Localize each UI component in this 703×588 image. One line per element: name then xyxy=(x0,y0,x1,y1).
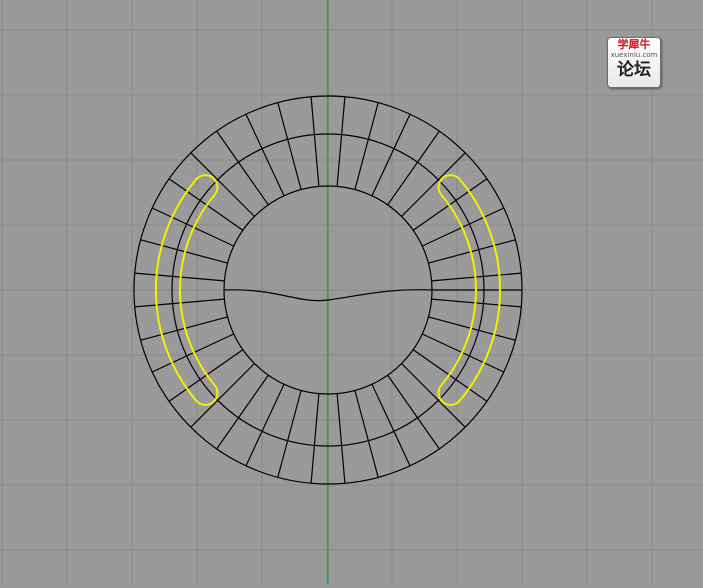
radial-isocurve xyxy=(387,130,440,206)
radial-isocurve xyxy=(277,390,302,478)
radial-isocurve xyxy=(310,96,320,187)
radial-isocurve xyxy=(151,207,234,247)
radial-isocurve xyxy=(401,152,466,217)
radial-isocurve xyxy=(354,390,379,478)
logo-brand-text: 学犀牛 xyxy=(617,38,651,51)
radial-isocurve xyxy=(245,384,285,467)
radial-isocurve xyxy=(216,374,269,450)
radial-isocurve xyxy=(387,374,440,450)
radial-isocurve xyxy=(190,363,255,428)
radial-isocurve xyxy=(310,393,320,484)
radial-isocurve xyxy=(401,363,466,428)
radial-isocurve xyxy=(422,207,505,247)
radial-isocurve xyxy=(216,130,269,206)
radial-isocurve xyxy=(412,178,488,231)
radial-isocurve xyxy=(277,102,302,190)
radial-isocurve xyxy=(168,349,244,402)
logo-forum-text: 论坛 xyxy=(617,60,651,80)
cad-viewport[interactable] xyxy=(0,0,703,584)
radial-isocurve xyxy=(336,393,346,484)
construction-grid xyxy=(0,0,703,584)
top-view-canvas[interactable] xyxy=(0,0,703,584)
radial-isocurve xyxy=(168,178,244,231)
radial-isocurve xyxy=(422,333,505,373)
logo-domain-text: xuexiniu.com xyxy=(610,51,658,59)
radial-isocurve xyxy=(245,113,285,196)
radial-isocurve xyxy=(151,333,234,373)
radial-isocurve xyxy=(412,349,488,402)
radial-isocurve xyxy=(371,384,411,467)
radial-isocurve xyxy=(336,96,346,187)
xuexiniu-forum-logo: 学犀牛 xuexiniu.com 论坛 xyxy=(607,37,661,88)
radial-isocurve xyxy=(190,152,255,217)
radial-isocurve xyxy=(371,113,411,196)
radial-isocurve xyxy=(354,102,379,190)
